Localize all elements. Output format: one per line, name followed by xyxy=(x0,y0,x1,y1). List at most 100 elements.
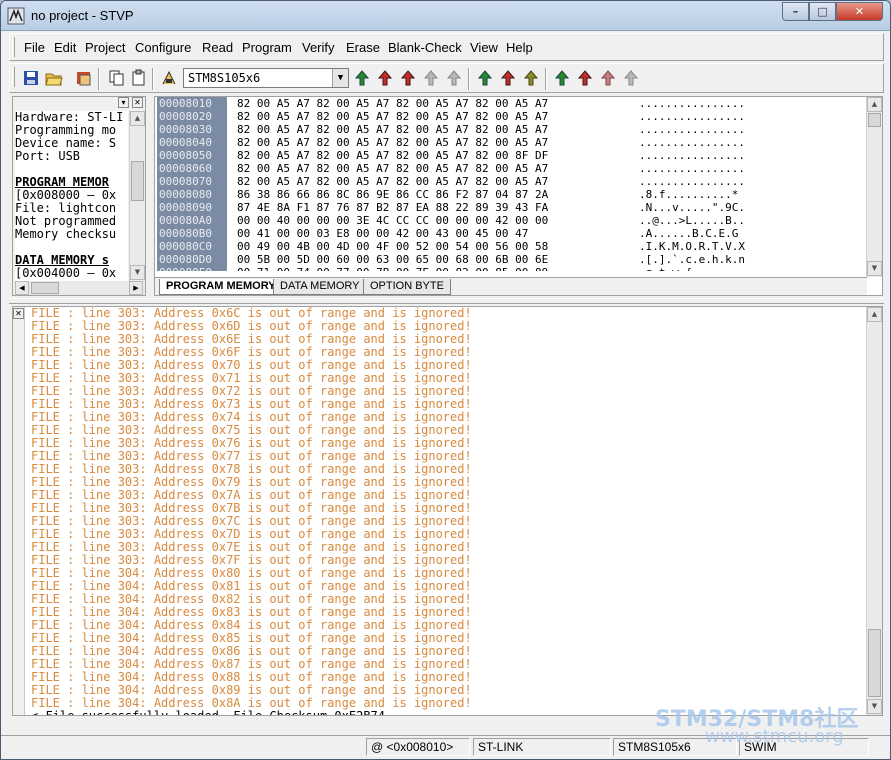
open-folder-icon[interactable] xyxy=(45,69,63,87)
minimize-button[interactable]: – xyxy=(782,2,809,21)
panel-close-icon[interactable]: ✕ xyxy=(132,97,143,108)
paste-icon[interactable] xyxy=(130,69,148,87)
hex-address: 00008050 xyxy=(159,149,212,162)
menu-help[interactable]: Help xyxy=(506,40,533,55)
log-vertical-scrollbar[interactable]: ▲ ▼ xyxy=(866,307,882,715)
menu-blank-check[interactable]: Blank-Check xyxy=(388,40,462,55)
info-vertical-scrollbar[interactable]: ▲ ▼ xyxy=(129,111,145,281)
program-tab-icon[interactable] xyxy=(576,69,594,87)
hex-address: 000080B0 xyxy=(159,227,212,240)
erase-tab-icon xyxy=(623,70,639,86)
info-horizontal-scrollbar[interactable]: ◀ ▶ xyxy=(15,281,145,295)
ascii-row: ..@...>L.....B.. xyxy=(639,214,745,227)
menu-erase[interactable]: Erase xyxy=(346,40,380,55)
scroll-up-icon[interactable]: ▲ xyxy=(867,307,882,322)
panel-options-icon[interactable]: ▾ xyxy=(118,97,129,108)
read-tab-icon[interactable] xyxy=(553,69,571,87)
hex-address: 000080D0 xyxy=(159,253,212,266)
tab-data-memory[interactable]: DATA MEMORY xyxy=(273,279,367,295)
hex-row[interactable]: 00 71 00 74 00 77 00 7B 00 7E 00 82 00 8… xyxy=(237,266,617,271)
scroll-left-icon[interactable]: ◀ xyxy=(15,281,29,295)
save-icon[interactable] xyxy=(22,69,40,87)
hex-row[interactable]: 86 38 86 66 86 8C 86 9E 86 CC 86 F2 87 0… xyxy=(237,188,617,201)
ascii-row: ................ xyxy=(639,123,745,136)
tab-program-memory[interactable]: PROGRAM MEMORY xyxy=(159,279,283,295)
hex-address: 000080C0 xyxy=(159,240,212,253)
verify-current-icon[interactable] xyxy=(399,69,417,87)
project-icon[interactable] xyxy=(75,69,93,87)
maximize-button[interactable]: □ xyxy=(809,2,836,21)
panel-splitter[interactable] xyxy=(9,298,884,304)
scroll-thumb[interactable] xyxy=(868,113,881,127)
copy-icon[interactable] xyxy=(108,69,126,87)
hex-row[interactable]: 82 00 A5 A7 82 00 A5 A7 82 00 A5 A7 82 0… xyxy=(237,97,617,110)
menu-project[interactable]: Project xyxy=(85,40,125,55)
verify-tab-icon[interactable] xyxy=(599,69,617,87)
scroll-up-icon[interactable]: ▲ xyxy=(867,97,882,112)
hex-row[interactable]: 87 4E 8A F1 87 76 87 B2 87 EA 88 22 89 3… xyxy=(237,201,617,214)
menu-verify[interactable]: Verify xyxy=(302,40,335,55)
toolbar-separator xyxy=(98,68,100,90)
scroll-thumb[interactable] xyxy=(868,629,881,697)
hex-row[interactable]: 00 00 40 00 00 00 3E 4C CC CC 00 00 00 4… xyxy=(237,214,617,227)
menu-configure[interactable]: Configure xyxy=(135,40,191,55)
hex-address: 00008010 xyxy=(159,97,212,110)
menu-file[interactable]: File xyxy=(24,40,45,55)
ascii-row: .A......B.C.E.G xyxy=(639,227,739,240)
close-button[interactable]: ✕ xyxy=(836,2,883,21)
hex-address: 00008060 xyxy=(159,162,212,175)
device-info-text: Hardware: ST-LI Programming mo Device name… xyxy=(15,111,128,281)
hex-bytes-column[interactable]: 82 00 A5 A7 82 00 A5 A7 82 00 A5 A7 82 0… xyxy=(237,97,617,271)
chip-icon[interactable] xyxy=(160,69,178,87)
ascii-row: .8.f..........* xyxy=(639,188,739,201)
chevron-down-icon[interactable]: ▼ xyxy=(332,69,348,87)
hex-address: 00008070 xyxy=(159,175,212,188)
toolbar-grip[interactable] xyxy=(12,67,15,87)
hex-vertical-scrollbar[interactable]: ▲ ▼ xyxy=(866,97,882,277)
hex-row[interactable]: 00 5B 00 5D 00 60 00 63 00 65 00 68 00 6… xyxy=(237,253,617,266)
verify-all-icon[interactable] xyxy=(522,69,540,87)
hex-row[interactable]: 82 00 A5 A7 82 00 A5 A7 82 00 A5 A7 82 0… xyxy=(237,123,617,136)
program-all-icon[interactable] xyxy=(499,69,517,87)
window-title: no project - STVP xyxy=(31,8,134,23)
ascii-row: ................ xyxy=(639,149,745,162)
scroll-up-icon[interactable]: ▲ xyxy=(130,111,145,126)
hex-row[interactable]: 82 00 A5 A7 82 00 A5 A7 82 00 A5 A7 82 0… xyxy=(237,162,617,175)
watermark-url: www.stmcu.org xyxy=(705,726,844,747)
scroll-down-icon[interactable]: ▼ xyxy=(130,265,145,280)
hex-row[interactable]: 00 49 00 4B 00 4D 00 4F 00 52 00 54 00 5… xyxy=(237,240,617,253)
hex-row[interactable]: 82 00 A5 A7 82 00 A5 A7 82 00 A5 A7 82 0… xyxy=(237,136,617,149)
hex-row[interactable]: 00 41 00 00 03 E8 00 00 42 00 43 00 45 0… xyxy=(237,227,617,240)
hex-address: 00008080 xyxy=(159,188,212,201)
hex-row[interactable]: 82 00 A5 A7 82 00 A5 A7 82 00 A5 A7 82 0… xyxy=(237,175,617,188)
hex-row[interactable]: 82 00 A5 A7 82 00 A5 A7 82 00 A5 A7 82 0… xyxy=(237,110,617,123)
device-select[interactable]: STM8S105x6 ▼ xyxy=(183,68,349,88)
scroll-down-icon[interactable]: ▼ xyxy=(867,699,882,714)
menu-edit[interactable]: Edit xyxy=(54,40,76,55)
status-hardware: ST-LINK xyxy=(473,738,611,756)
menu-view[interactable]: View xyxy=(470,40,498,55)
read-all-icon[interactable] xyxy=(476,69,494,87)
menubar-grip[interactable] xyxy=(12,37,15,57)
read-current-icon[interactable] xyxy=(353,69,371,87)
scroll-thumb[interactable] xyxy=(131,161,144,201)
program-current-icon[interactable] xyxy=(376,69,394,87)
log-close-icon[interactable]: ✕ xyxy=(13,308,24,319)
menu-read[interactable]: Read xyxy=(202,40,233,55)
memory-hex-view[interactable]: 00008010 00008020 00008030 00008040 00008050… xyxy=(154,96,883,296)
address-column: 00008010 00008020 00008030 00008040 00008050… xyxy=(157,97,227,271)
hex-row[interactable]: 82 00 A5 A7 82 00 A5 A7 82 00 A5 A7 82 0… xyxy=(237,149,617,162)
menu-program[interactable]: Program xyxy=(242,40,292,55)
hex-address: 00008090 xyxy=(159,201,212,214)
tab-option-byte[interactable]: OPTION BYTE xyxy=(363,279,451,295)
ascii-row: .q.t.w.{.~...... xyxy=(639,266,774,271)
scroll-thumb[interactable] xyxy=(31,282,59,294)
toolbar-separator xyxy=(545,68,547,90)
device-info-panel: ▾ ✕ Hardware: ST-LI Programming mo Device … xyxy=(12,96,146,296)
title-bar: no project - STVP – □ ✕ xyxy=(1,1,890,31)
ascii-row: ................ xyxy=(639,175,745,188)
scroll-right-icon[interactable]: ▶ xyxy=(129,281,143,295)
ascii-row: .[.].`.c.e.h.k.n xyxy=(639,253,745,266)
scroll-down-icon[interactable]: ▼ xyxy=(867,261,882,276)
ascii-column: ........................................… xyxy=(639,97,774,271)
